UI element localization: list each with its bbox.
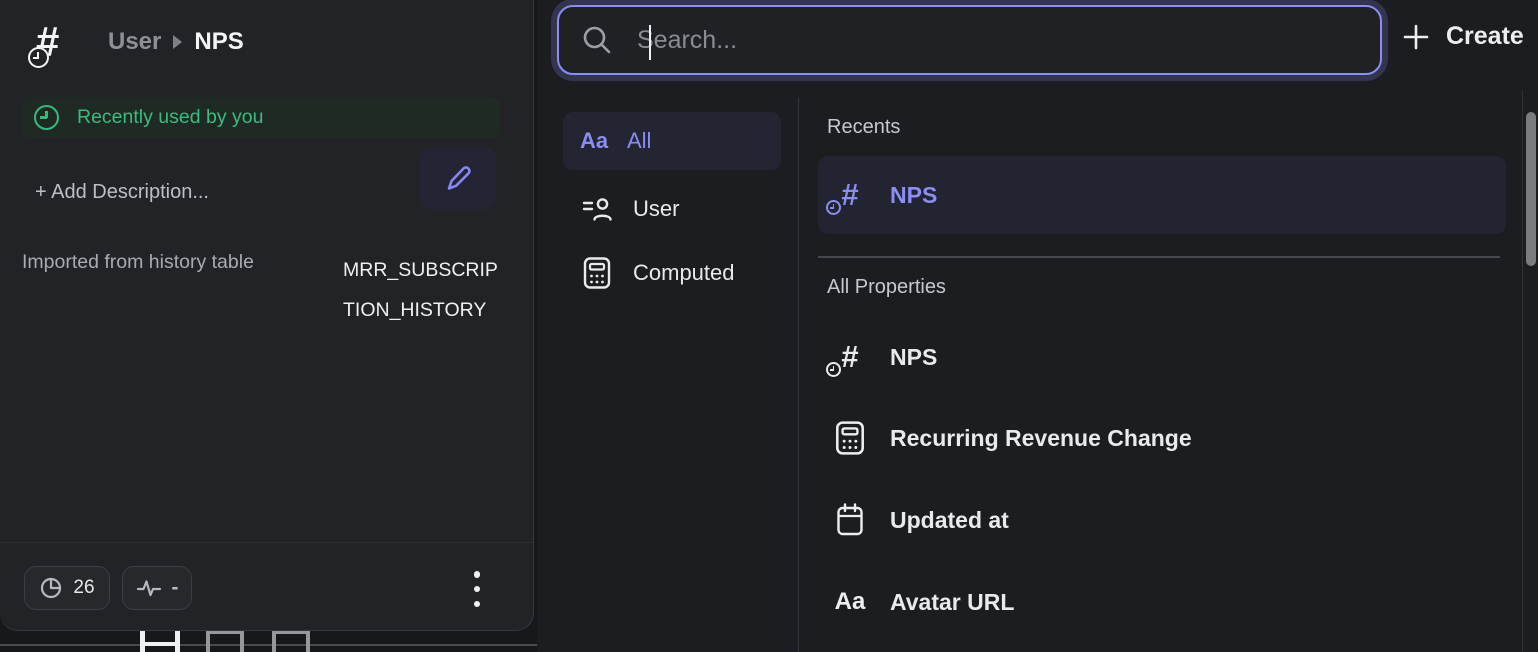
property-search-modal: Create Aa All User <box>537 0 1538 652</box>
text-format-icon: Aa <box>832 588 868 616</box>
imported-table-value: MRR_SUBSCRIPTION_HISTORY <box>343 251 501 330</box>
search-icon <box>581 24 613 56</box>
chevron-right-icon <box>173 35 182 49</box>
category-tab-computed[interactable]: Computed <box>563 244 781 302</box>
result-row-avatar-url[interactable]: Aa Avatar URL <box>818 563 1506 641</box>
result-row-updated-at[interactable]: Updated at <box>818 481 1506 559</box>
add-description-button[interactable]: + Add Description... <box>35 181 209 204</box>
background-table-cell-border <box>175 630 180 652</box>
breadcrumb-parent[interactable]: User <box>108 28 161 56</box>
plus-icon <box>1402 23 1430 51</box>
imported-from-label: Imported from history table <box>22 251 254 274</box>
more-options-button[interactable] <box>469 569 485 609</box>
result-row-nps-recent[interactable]: # NPS <box>818 156 1506 234</box>
result-label: Avatar URL <box>890 589 1014 616</box>
category-label: User <box>633 196 679 222</box>
edit-description-button[interactable] <box>420 148 496 209</box>
recently-used-badge: Recently used by you <box>22 97 500 138</box>
result-label: Recurring Revenue Change <box>890 425 1192 452</box>
panel-divider <box>0 542 533 543</box>
section-divider <box>818 256 1500 258</box>
background-table-cell-border <box>206 631 244 634</box>
text-format-icon: Aa <box>579 128 609 154</box>
breadcrumb: User NPS <box>108 28 244 56</box>
activity-pulse-icon <box>136 577 162 599</box>
background-table-gridline <box>0 644 537 646</box>
kebab-dot <box>474 586 481 593</box>
result-label: NPS <box>890 344 937 371</box>
result-row-recurring-revenue-change[interactable]: Recurring Revenue Change <box>818 399 1506 477</box>
number-history-icon: # <box>832 177 868 213</box>
category-tab-all[interactable]: Aa All <box>563 112 781 170</box>
section-title-all-properties: All Properties <box>827 276 946 299</box>
clock-icon <box>826 200 841 215</box>
number-history-icon: # <box>832 339 868 375</box>
scrollbar-thumb[interactable] <box>1526 112 1536 266</box>
clock-icon <box>826 362 841 377</box>
result-label: Updated at <box>890 507 1009 534</box>
result-row-nps[interactable]: # NPS <box>818 318 1506 396</box>
scrollbar-track-border <box>1522 90 1523 652</box>
kebab-dot <box>474 601 481 608</box>
breadcrumb-current: NPS <box>194 28 243 56</box>
app-screen: # User NPS Recently used by you + Add De… <box>0 0 1538 652</box>
trend-value: - <box>172 576 179 600</box>
calculator-icon <box>579 256 615 290</box>
background-table-cell-border <box>140 630 145 652</box>
search-box[interactable] <box>557 5 1382 75</box>
background-table-cell-border <box>272 631 310 634</box>
calendar-icon <box>832 503 868 537</box>
user-list-icon <box>579 195 615 223</box>
column-divider <box>798 98 799 652</box>
create-button-label: Create <box>1446 22 1524 51</box>
category-tab-user[interactable]: User <box>563 180 781 238</box>
kebab-dot <box>474 571 481 578</box>
trend-button[interactable]: - <box>122 566 192 610</box>
clock-icon <box>28 47 49 68</box>
text-cursor <box>649 25 651 60</box>
pie-chart-icon <box>39 576 63 600</box>
search-input[interactable] <box>613 26 1380 55</box>
result-label: NPS <box>890 182 937 209</box>
calculator-icon <box>832 420 868 456</box>
category-label: All <box>627 128 651 154</box>
property-detail-panel: # User NPS Recently used by you + Add De… <box>0 0 534 631</box>
background-table-cell-border <box>140 642 180 646</box>
distinct-values-count-button[interactable]: 26 <box>24 566 110 610</box>
number-history-icon: # <box>36 14 88 70</box>
pencil-icon <box>441 162 475 196</box>
category-label: Computed <box>633 260 735 286</box>
distinct-values-count: 26 <box>73 577 94 599</box>
clock-icon <box>34 105 59 130</box>
recently-used-label: Recently used by you <box>77 106 263 129</box>
section-title-recents: Recents <box>827 116 900 139</box>
create-button[interactable]: Create <box>1402 22 1524 51</box>
